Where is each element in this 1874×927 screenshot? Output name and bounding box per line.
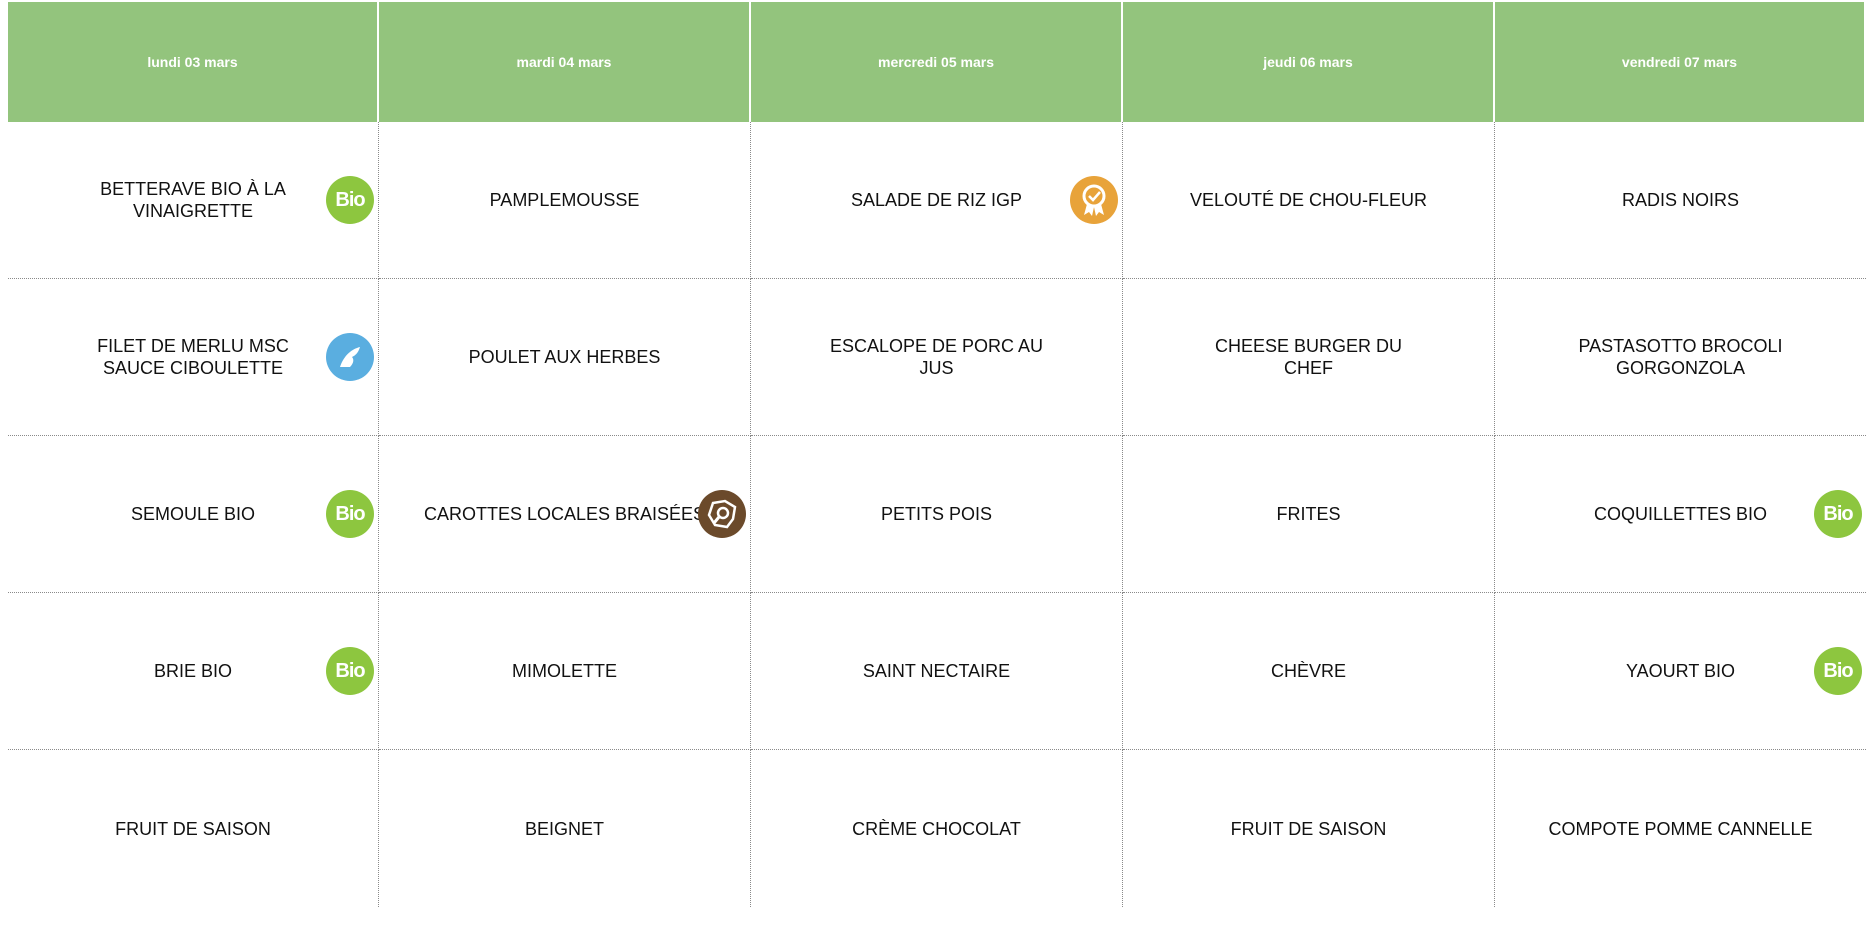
igp-award-icon bbox=[1070, 176, 1118, 224]
dish-name: YAOURT BIO bbox=[1625, 661, 1736, 681]
menu-cell: POULET AUX HERBES bbox=[379, 279, 751, 436]
dish-name: FRUIT DE SAISON bbox=[115, 818, 271, 839]
dish-name: CHÈVRE bbox=[1270, 661, 1346, 681]
dish-name: PASTASOTTO BROCOLI GORGONZOLA bbox=[1578, 336, 1783, 378]
menu-cell: CAROTTES LOCALES BRAISÉES bbox=[379, 436, 751, 593]
msc-fish-icon bbox=[326, 333, 374, 381]
dish-name: CAROTTES LOCALES BRAISÉES bbox=[423, 504, 706, 524]
day-header: mardi 04 mars bbox=[379, 2, 751, 122]
day-header: vendredi 07 mars bbox=[1495, 2, 1866, 122]
menu-cell: COQUILLETTES BIO Bio bbox=[1495, 436, 1866, 593]
menu-cell: COMPOTE POMME CANNELLE bbox=[1495, 750, 1866, 907]
dish-name: BETTERAVE BIO À LA VINAIGRETTE bbox=[100, 179, 286, 221]
menu-cell: BEIGNET bbox=[379, 750, 751, 907]
dish-name: BEIGNET bbox=[524, 818, 604, 839]
menu-cell: PETITS POIS bbox=[751, 436, 1123, 593]
bio-label-icon: Bio bbox=[326, 490, 374, 538]
dish-name: FRITES bbox=[1276, 504, 1341, 524]
menu-cell: FRUIT DE SAISON bbox=[8, 750, 379, 907]
dish-name: BRIE BIO bbox=[153, 661, 233, 681]
day-header: jeudi 06 mars bbox=[1123, 2, 1495, 122]
dish-name: VELOUTÉ DE CHOU-FLEUR bbox=[1189, 190, 1428, 210]
dish-name: SALADE DE RIZ IGP bbox=[850, 190, 1023, 210]
local-france-icon bbox=[698, 490, 746, 538]
dish-name: CHEESE BURGER DU CHEF bbox=[1214, 336, 1403, 378]
bio-label-icon: Bio bbox=[326, 176, 374, 224]
bio-label-icon: Bio bbox=[1814, 490, 1862, 538]
dish-name: PAMPLEMOUSSE bbox=[489, 190, 640, 210]
bio-label-icon: Bio bbox=[1814, 647, 1862, 695]
menu-cell: FILET DE MERLU MSC SAUCE CIBOULETTE bbox=[8, 279, 379, 436]
menu-cell: CHEESE BURGER DU CHEF bbox=[1123, 279, 1495, 436]
day-header: lundi 03 mars bbox=[8, 2, 379, 122]
menu-cell: SEMOULE BIO Bio bbox=[8, 436, 379, 593]
weekly-menu-grid: lundi 03 mars mardi 04 mars mercredi 05 … bbox=[8, 2, 1866, 927]
menu-cell: PASTASOTTO BROCOLI GORGONZOLA bbox=[1495, 279, 1866, 436]
menu-cell: MIMOLETTE bbox=[379, 593, 751, 750]
menu-cell: FRUIT DE SAISON bbox=[1123, 750, 1495, 907]
menu-cell: CRÈME CHOCOLAT bbox=[751, 750, 1123, 907]
menu-cell: SALADE DE RIZ IGP bbox=[751, 122, 1123, 279]
dish-name: MIMOLETTE bbox=[511, 661, 617, 681]
bio-label-icon: Bio bbox=[326, 647, 374, 695]
menu-cell: PAMPLEMOUSSE bbox=[379, 122, 751, 279]
menu-cell: FRITES bbox=[1123, 436, 1495, 593]
menu-cell: CHÈVRE bbox=[1123, 593, 1495, 750]
menu-cell: BETTERAVE BIO À LA VINAIGRETTE Bio bbox=[8, 122, 379, 279]
dish-name: CRÈME CHOCOLAT bbox=[852, 818, 1021, 839]
dish-name: PETITS POIS bbox=[880, 504, 993, 524]
dish-name: POULET AUX HERBES bbox=[468, 347, 661, 367]
dish-name: COQUILLETTES BIO bbox=[1593, 504, 1768, 524]
dish-name: COMPOTE POMME CANNELLE bbox=[1548, 818, 1813, 839]
dish-name: ESCALOPE DE PORC AU JUS bbox=[829, 336, 1044, 378]
menu-cell: ESCALOPE DE PORC AU JUS bbox=[751, 279, 1123, 436]
dish-name: RADIS NOIRS bbox=[1621, 190, 1740, 210]
menu-cell: SAINT NECTAIRE bbox=[751, 593, 1123, 750]
menu-cell: YAOURT BIO Bio bbox=[1495, 593, 1866, 750]
dish-name: SEMOULE BIO bbox=[130, 504, 256, 524]
dish-name: FRUIT DE SAISON bbox=[1230, 818, 1387, 839]
menu-cell: VELOUTÉ DE CHOU-FLEUR bbox=[1123, 122, 1495, 279]
dish-name: SAINT NECTAIRE bbox=[862, 661, 1011, 681]
menu-cell: BRIE BIO Bio bbox=[8, 593, 379, 750]
menu-cell: RADIS NOIRS bbox=[1495, 122, 1866, 279]
day-header: mercredi 05 mars bbox=[751, 2, 1123, 122]
dish-name: FILET DE MERLU MSC SAUCE CIBOULETTE bbox=[97, 336, 289, 378]
